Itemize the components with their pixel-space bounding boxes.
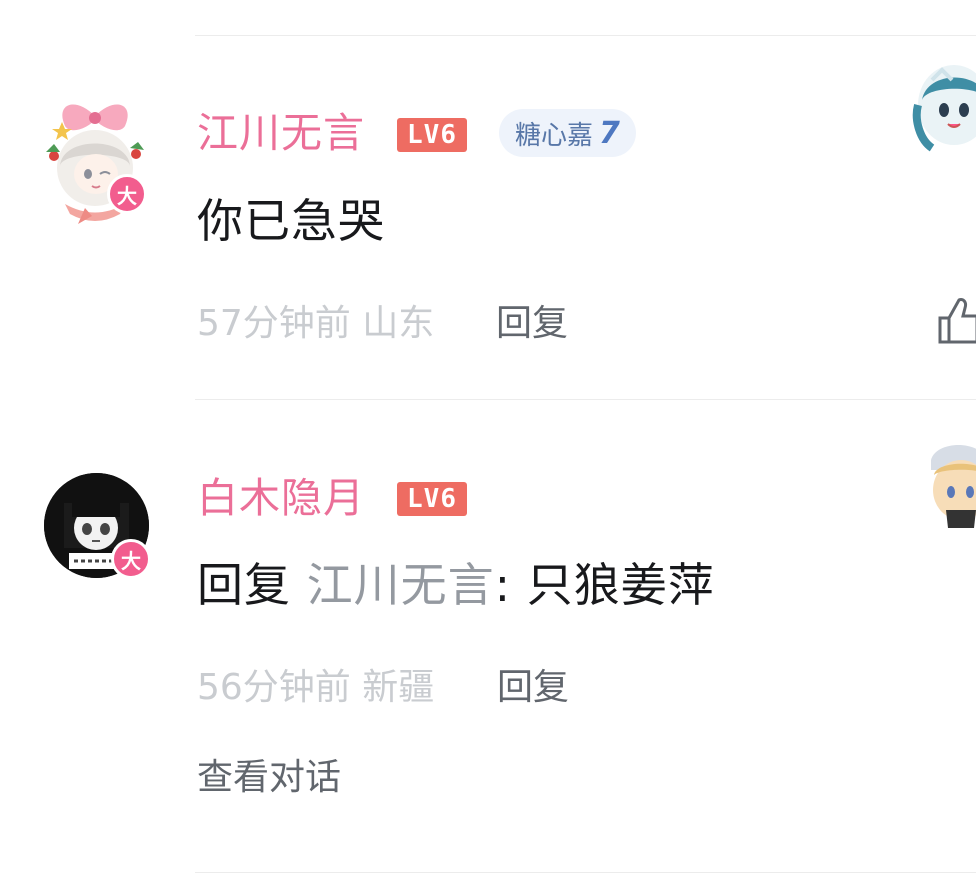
reply-button[interactable]: 回复 (496, 306, 568, 342)
user-level-badge: LV6 (397, 482, 467, 516)
anime-sticker-icon (912, 65, 976, 152)
comment-location: 山东 (362, 303, 435, 344)
user-level-text: LV6 (407, 120, 457, 150)
fan-medal-name: 糖心嘉 (515, 120, 594, 151)
comment-body: 你已急哭 (197, 194, 385, 248)
fan-medal-level: 7 (599, 115, 620, 151)
user-level-text: LV6 (407, 484, 457, 514)
anime-sticker-icon (931, 445, 976, 528)
thumbs-up-icon[interactable] (937, 296, 976, 346)
view-conversation-link[interactable]: 查看对话 (197, 760, 341, 796)
divider-middle (195, 399, 976, 400)
comment-location: 新疆 (362, 667, 435, 708)
user-decoration-sticker (912, 60, 976, 155)
avatar-level-badge: 大 (111, 539, 151, 579)
comment-username[interactable]: 江川无言 (197, 113, 365, 154)
divider-bottom (195, 872, 976, 873)
comment-username[interactable]: 白木隐月 (197, 478, 365, 519)
comment-body-text: : 只狼姜萍 (494, 558, 715, 612)
user-decoration-sticker (926, 440, 976, 530)
fan-medal-badge[interactable]: 糖心嘉 7 (499, 109, 636, 157)
reply-button[interactable]: 回复 (497, 670, 569, 706)
comment-time: 56分钟前 (197, 667, 351, 708)
divider-top (195, 35, 976, 36)
reply-prefix: 回复 (197, 558, 291, 612)
reply-target-username[interactable]: 江川无言 (307, 558, 495, 612)
comment-body: 回复 江川无言: 只狼姜萍 (197, 562, 715, 608)
user-level-badge: LV6 (397, 118, 467, 152)
comment-time: 57分钟前 (197, 303, 351, 344)
comment-meta: 56分钟前 新疆 (197, 670, 434, 706)
avatar-level-badge: 大 (107, 174, 147, 214)
comment-meta: 57分钟前 山东 (197, 306, 434, 342)
